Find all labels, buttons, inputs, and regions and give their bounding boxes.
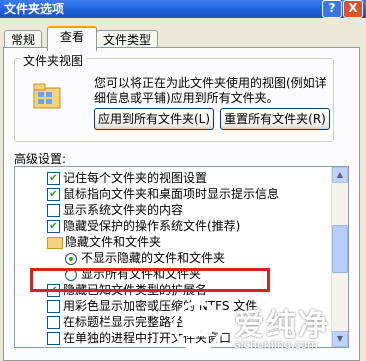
checkbox-show-tooltips[interactable]: ✔: [47, 188, 60, 201]
list-item[interactable]: ✔ 记住每个文件夹的视图设置: [15, 170, 333, 186]
scroll-up-icon[interactable]: ▲: [332, 167, 348, 183]
checkbox-remember-view[interactable]: ✔: [47, 172, 60, 185]
folder-views-description: 您可以将正在为此文件夹使用的视图(例如详细信息或平铺)应用到所有文件夹。: [94, 76, 327, 105]
checkbox-hide-protected-files[interactable]: ✔: [47, 220, 60, 233]
close-button[interactable]: X: [343, 0, 363, 18]
folder-icon: [47, 237, 63, 249]
list-item-label: 不显示隐藏的文件和文件夹: [81, 251, 226, 265]
watermark-url: aichunjing.com: [234, 338, 318, 351]
watermark: 爱纯净 aichunjing.com: [172, 298, 362, 358]
list-item[interactable]: 显示系统文件夹的内容: [15, 202, 333, 218]
scroll-thumb[interactable]: [332, 225, 348, 273]
window-title: 文件夹选项: [4, 2, 65, 16]
list-item-label: 隐藏文件和文件夹: [65, 235, 162, 249]
list-item: 隐藏文件和文件夹: [15, 234, 333, 250]
list-item[interactable]: 不显示隐藏的文件和文件夹: [15, 250, 333, 266]
tab-view[interactable]: 查看: [47, 26, 97, 51]
list-item-label: 显示系统文件夹的内容: [63, 203, 184, 217]
checkbox-full-path-title[interactable]: [47, 316, 60, 329]
list-item-label: 在标题栏显示完整路径: [63, 315, 184, 329]
list-item-label: 隐藏受保护的操作系统文件(推荐): [63, 219, 241, 233]
highlight-box: [30, 268, 270, 292]
list-item-label: 记住每个文件夹的视图设置: [63, 171, 208, 185]
checkbox-separate-process[interactable]: [47, 332, 60, 345]
title-bar: 文件夹选项 ? X: [0, 0, 366, 18]
radio-hide-hidden-files[interactable]: [65, 253, 77, 265]
watermark-logo-icon: [173, 301, 223, 351]
list-item[interactable]: ✔ 鼠标指向文件夹和桌面项时显示提示信息: [15, 186, 333, 202]
checkbox-color-ntfs[interactable]: [47, 300, 60, 313]
list-item[interactable]: ✔ 隐藏受保护的操作系统文件(推荐): [15, 218, 333, 234]
folder-views-label: 文件夹视图: [20, 52, 87, 69]
advanced-settings-label: 高级设置:: [14, 152, 67, 166]
folder-views-icon: [33, 83, 61, 109]
list-item-label: 鼠标指向文件夹和桌面项时显示提示信息: [63, 187, 280, 201]
help-button[interactable]: ?: [322, 0, 342, 18]
reset-all-folders-button[interactable]: 重置所有文件夹(R): [220, 108, 330, 130]
checkbox-show-system-folders[interactable]: [47, 204, 60, 217]
apply-to-all-folders-button[interactable]: 应用到所有文件夹(L): [94, 108, 214, 130]
